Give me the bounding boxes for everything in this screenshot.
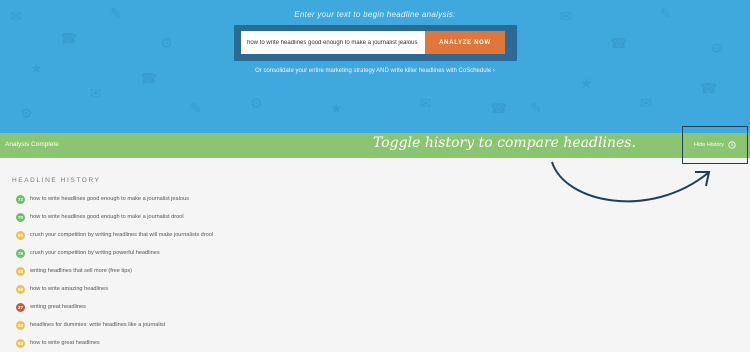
toggle-history-callout: Toggle history to compare headlines.	[373, 135, 636, 151]
clock-icon	[728, 141, 736, 149]
score-badge: 27	[16, 302, 25, 312]
history-headline-text: headlines for dummies: write headlines l…	[30, 322, 166, 328]
history-headline-text: writing headlines that sell more (free t…	[30, 268, 132, 274]
history-item[interactable]: 59 how to write amazing headlines	[16, 280, 213, 298]
score-badge: 53	[16, 320, 25, 330]
score-badge: 59	[16, 284, 25, 294]
history-item[interactable]: 75 crush your competition by writing powe…	[16, 244, 213, 262]
hide-history-label: Hide History	[694, 142, 724, 148]
callout-arrow	[551, 161, 711, 203]
history-headline-text: crush your competition by writing headli…	[30, 232, 214, 238]
analysis-status-text: Analysis Complete	[5, 141, 59, 148]
history-item[interactable]: 27 writing great headlines	[16, 298, 213, 316]
hero-section: ✉ ☎ ✎ ⚙ ★ ✉ ☎ ✎ ⚙ ✉ ☎ ✎ ⚙ ★ ✉ ☎ ✎ ⚙ ★ ✉ ☎ Enter your t…	[0, 0, 750, 133]
history-item[interactable]: 53 how to write great headlines	[16, 334, 213, 352]
history-item[interactable]: 70 how to write headlines good enough to …	[16, 208, 213, 226]
headline-input[interactable]	[241, 31, 425, 54]
analyze-button[interactable]: ANALYZE NOW	[425, 31, 505, 54]
history-headline-text: how to write headlines good enough to ma…	[30, 214, 184, 220]
headline-history-title: HEADLINE HISTORY	[12, 177, 101, 184]
history-item[interactable]: 72 how to write headlines good enough to …	[16, 190, 213, 208]
score-badge: 72	[16, 194, 25, 204]
score-badge: 69	[16, 230, 25, 240]
score-badge: 48	[16, 266, 25, 276]
hero-icon-pattern: ✉ ☎ ✎ ⚙ ★ ✉ ☎ ✎ ⚙ ✉ ☎ ✎ ⚙ ★ ✉ ☎ ✎ ⚙ ★ ✉ ☎	[10, 5, 723, 121]
headline-history-list: 72 how to write headlines good enough to …	[16, 190, 213, 352]
history-headline-text: how to write headlines good enough to ma…	[30, 196, 189, 202]
coschedule-link[interactable]: Or consolidate your entire marketing str…	[0, 68, 750, 74]
score-badge: 70	[16, 212, 25, 222]
history-headline-text: writing great headlines	[30, 304, 86, 310]
history-item[interactable]: 48 writing headlines that sell more (free…	[16, 262, 213, 280]
history-headline-text: how to write great headlines	[30, 340, 100, 346]
history-headline-text: crush your competition by writing powerf…	[30, 250, 160, 256]
hero-prompt: Enter your text to begin headline analys…	[294, 10, 456, 19]
score-badge: 75	[16, 248, 25, 258]
history-headline-text: how to write amazing headlines	[30, 286, 109, 292]
history-item[interactable]: 53 headlines for dummies: write headlines…	[16, 316, 213, 334]
history-item[interactable]: 69 crush your competition by writing head…	[16, 226, 213, 244]
score-badge: 53	[16, 338, 25, 348]
